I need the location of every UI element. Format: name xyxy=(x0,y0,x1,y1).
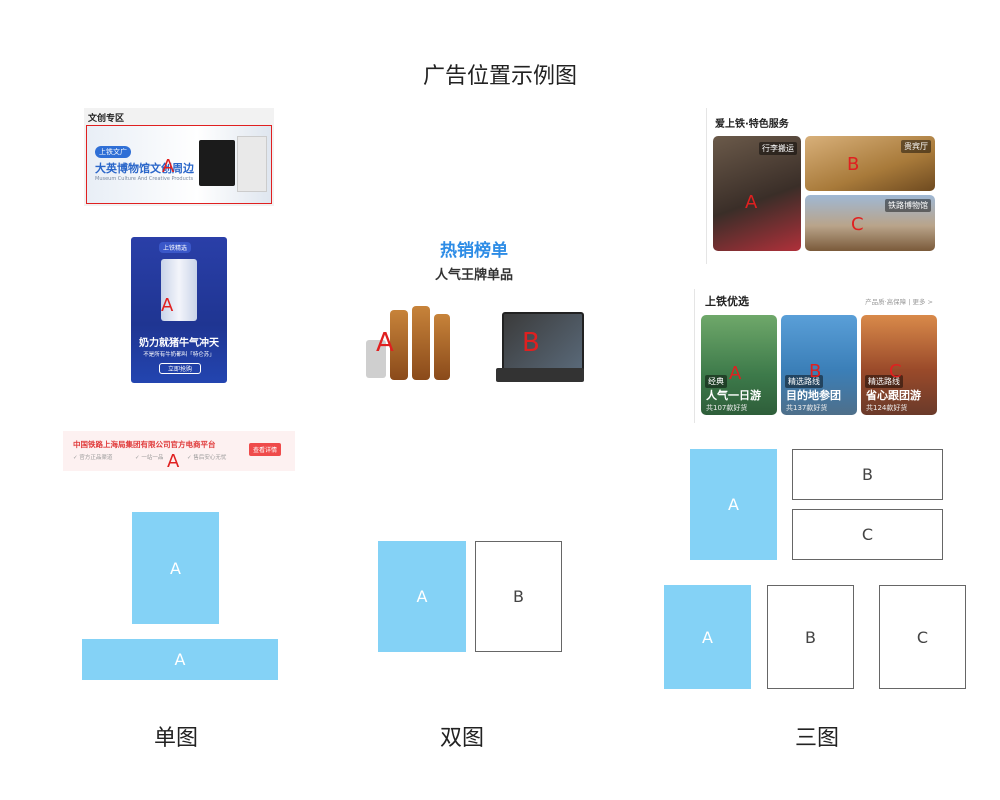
example-banner: 中国铁路上海局集团有限公司官方电商平台 ✓ 官方正品渠道 ✓ 一站一品 ✓ 售后… xyxy=(63,431,295,471)
slot-label-b: B xyxy=(805,627,816,647)
banner-button: 查看详情 xyxy=(249,443,282,456)
slot-label-a: A xyxy=(728,495,739,514)
select-card-title: 目的地参团 xyxy=(786,389,841,402)
museum-photo: 铁路博物馆 xyxy=(805,195,935,251)
marker-b: B xyxy=(522,328,540,358)
wenchuang-headline: 大英博物馆文创周边 xyxy=(95,162,194,175)
milk-headline: 奶力就猪牛气冲天 xyxy=(139,338,219,349)
triple-row-slot-a: A xyxy=(664,585,751,689)
double-slot-a: A xyxy=(378,541,466,652)
marker-b: B xyxy=(847,154,860,175)
caption-single: 单图 xyxy=(153,726,198,751)
product-tablet-image xyxy=(502,312,584,374)
example-wenchuang: 文创专区 上铁文广 大英博物馆文创周边 Museum Culture And C… xyxy=(84,108,274,206)
wenchuang-banner: 上铁文广 大英博物馆文创周边 Museum Culture And Creati… xyxy=(86,125,272,204)
single-vertical-slot: A xyxy=(132,512,219,624)
single-horizontal-slot: A xyxy=(82,639,278,680)
example-hot: 热销榜单 人气王牌单品 A B xyxy=(330,218,618,398)
product-box-image xyxy=(237,136,267,192)
marker-c: C xyxy=(889,361,902,382)
marker-b: B xyxy=(809,361,822,382)
service-header: 爱上铁·特色服务 xyxy=(715,119,789,130)
marker-a: A xyxy=(167,451,180,472)
slot-label-a: A xyxy=(702,627,713,647)
milk-badge: 上铁精选 xyxy=(159,242,192,253)
example-service: 爱上铁·特色服务 行李搬运 贵宾厅 铁路博物馆 A B C xyxy=(706,108,939,264)
slot-label-a: A xyxy=(416,587,428,606)
museum-tag: 铁路博物馆 xyxy=(885,199,931,212)
product-bottle-image xyxy=(434,314,450,380)
marker-a: A xyxy=(729,363,742,384)
double-slot-b: B xyxy=(475,541,562,652)
vip-lounge-photo: 贵宾厅 xyxy=(805,136,935,191)
select-card-sub: 共137款好货 xyxy=(786,404,828,412)
select-card-title: 省心跟团游 xyxy=(866,389,921,402)
triple-stack-slot-a: A xyxy=(690,449,777,560)
triple-row-slot-b: B xyxy=(767,585,854,689)
example-milk: 上铁精选 奶力就猪牛气冲天 不是所有牛奶都叫「特仑苏」 立即抢购 A xyxy=(131,237,227,383)
slot-label-a: A xyxy=(170,558,181,578)
tote-bag-image xyxy=(199,140,235,186)
select-card-title: 人气一日游 xyxy=(706,389,761,402)
select-card-sub: 共107款好货 xyxy=(706,404,748,412)
product-bottle-image xyxy=(412,306,430,380)
triple-stack-slot-c: C xyxy=(792,509,943,560)
slot-label-c: C xyxy=(916,627,929,647)
banner-feature-1: ✓ 官方正品渠道 xyxy=(73,455,113,461)
vip-tag: 贵宾厅 xyxy=(901,140,931,153)
page-title: 广告位置示例图 xyxy=(422,64,577,89)
triple-row-slot-c: C xyxy=(879,585,966,689)
milk-subline: 不是所有牛奶都叫「特仑苏」 xyxy=(143,352,215,358)
select-card-sub: 共124款好货 xyxy=(866,404,908,412)
caption-double: 双图 xyxy=(439,726,484,751)
banner-feature-3: ✓ 售后安心无忧 xyxy=(187,455,227,461)
slot-label-b: B xyxy=(513,587,524,606)
luggage-tag: 行李搬运 xyxy=(759,142,797,155)
triple-stack-slot-b: B xyxy=(792,449,943,500)
wenchuang-badge: 上铁文广 xyxy=(95,146,131,158)
hot-title: 热销榜单 xyxy=(440,241,508,261)
product-keyboard-image xyxy=(496,368,584,382)
wenchuang-header: 文创专区 xyxy=(88,114,125,124)
caption-triple: 三图 xyxy=(794,726,839,751)
wenchuang-subline: Museum Culture And Creative Products xyxy=(95,176,194,182)
select-right-links: 产品质·高保障 | 更多 > xyxy=(865,298,933,306)
banner-feature-2: ✓ 一站一品 xyxy=(135,455,164,461)
marker-a: A xyxy=(745,192,758,213)
marker-c: C xyxy=(851,214,864,235)
slot-label-c: C xyxy=(861,525,874,544)
hot-subtitle: 人气王牌单品 xyxy=(434,268,513,283)
example-select: 上铁优选 产品质·高保障 | 更多 > 经典 人气一日游 共107款好货 精选路… xyxy=(694,289,939,423)
marker-a: A xyxy=(376,328,394,358)
slot-label-b: B xyxy=(862,465,873,484)
marker-a: A xyxy=(162,156,175,177)
select-header: 上铁优选 xyxy=(705,295,749,308)
milk-button: 立即抢购 xyxy=(159,363,201,374)
marker-a: A xyxy=(161,295,174,316)
banner-text: 中国铁路上海局集团有限公司官方电商平台 xyxy=(73,440,216,449)
slot-label-a: A xyxy=(174,650,186,669)
